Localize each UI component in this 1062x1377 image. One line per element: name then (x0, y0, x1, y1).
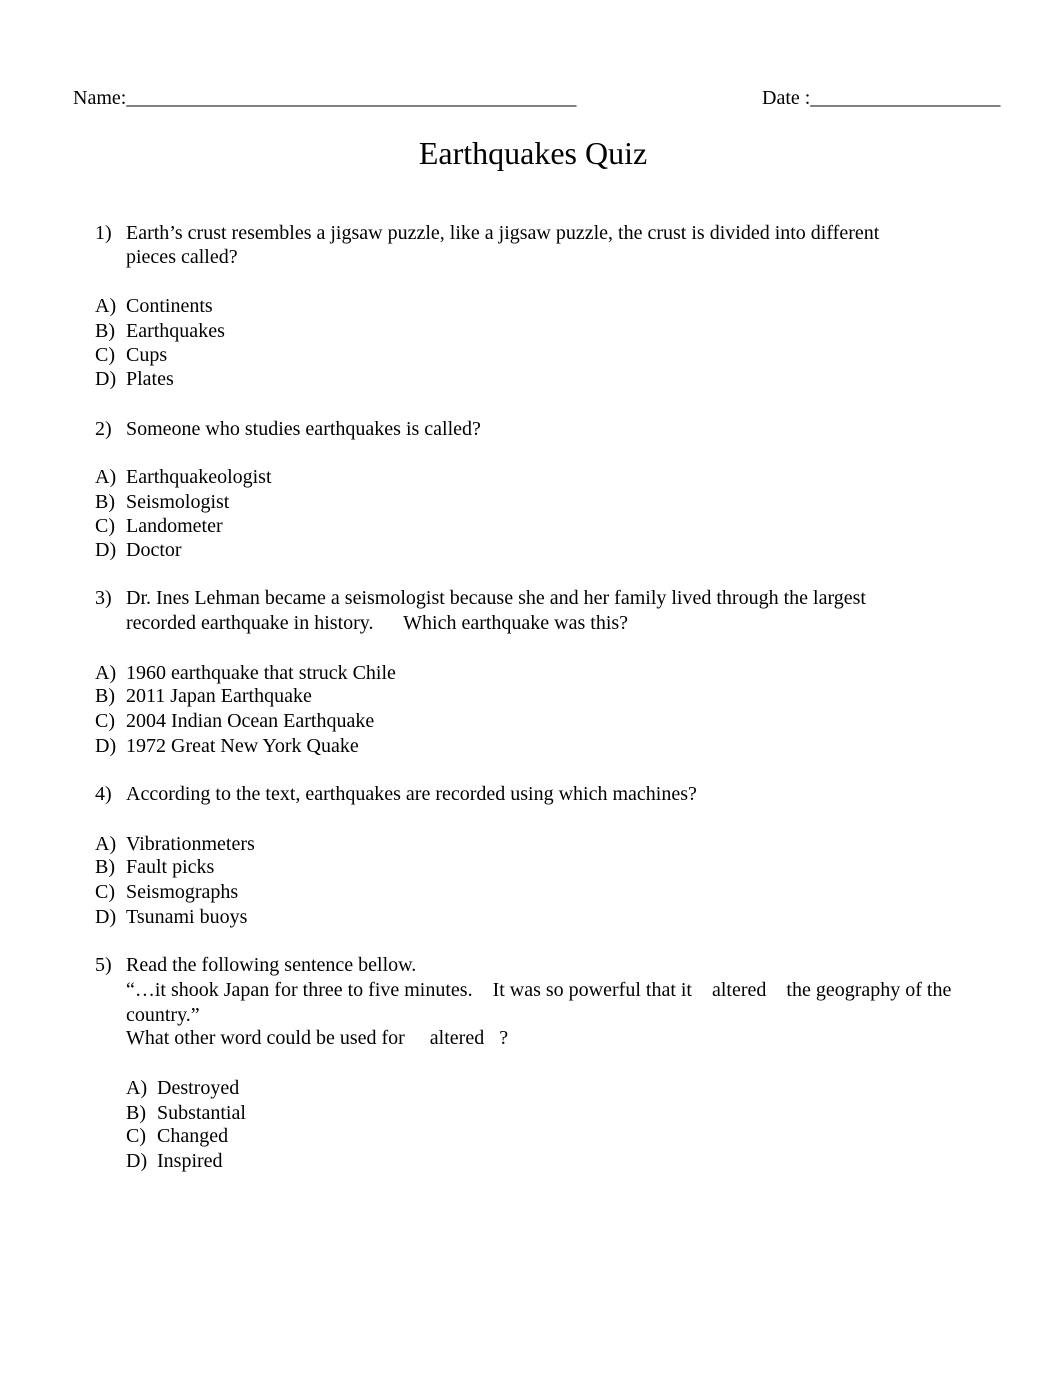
option-text: Substantial (157, 1102, 246, 1124)
option-text: 1972 Great New York Quake (126, 735, 359, 757)
option-label: B) (95, 491, 115, 513)
option-text: Inspired (157, 1150, 223, 1172)
option-c[interactable]: C) Seismographs (95, 880, 238, 904)
option-label: D) (95, 735, 117, 757)
option-b[interactable]: B) 2011 Japan Earthquake (95, 684, 312, 708)
option-text: Earthquakeologist (126, 466, 272, 488)
option-label: A) (126, 1077, 148, 1099)
option-d[interactable]: D) Tsunami buoys (95, 905, 247, 929)
question-number: 3) (95, 587, 112, 609)
option-d[interactable]: D) Plates (95, 367, 174, 391)
option-text: Earthquakes (126, 320, 225, 342)
option-label: A) (95, 833, 117, 855)
question-number: 4) (95, 783, 112, 805)
option-label: C) (95, 710, 115, 732)
option-a[interactable]: A) Earthquakeologist (95, 465, 272, 489)
option-label: B) (95, 856, 115, 878)
option-b[interactable]: B) Seismologist (95, 490, 229, 514)
question-text-line: recorded earthquake in history. Which ea… (126, 612, 629, 634)
date-field[interactable]: Date :___________________ (752, 62, 1000, 110)
question-quote-line: “…it shook Japan for three to five minut… (126, 979, 952, 1001)
option-text: Plates (126, 368, 174, 390)
name-blank[interactable]: ________________________________________… (126, 87, 576, 109)
option-text: Landometer (126, 515, 223, 537)
option-label: A) (95, 295, 117, 317)
question-text-line: pieces called? (126, 246, 238, 268)
option-c[interactable]: C) 2004 Indian Ocean Earthquake (95, 709, 374, 733)
option-label: D) (95, 539, 117, 561)
option-label: B) (95, 320, 115, 342)
option-text: Cups (126, 344, 168, 366)
option-text: Changed (157, 1125, 229, 1147)
option-text: Vibrationmeters (126, 833, 255, 855)
option-text: Seismographs (126, 881, 239, 903)
option-c[interactable]: C) Cups (95, 343, 167, 367)
option-label: D) (95, 906, 117, 928)
option-label: B) (95, 685, 115, 707)
question-text-line: According to the text, earthquakes are r… (126, 783, 697, 805)
option-a[interactable]: A) 1960 earthquake that struck Chile (95, 661, 396, 685)
option-label: C) (126, 1125, 146, 1147)
option-label: C) (95, 881, 115, 903)
option-b[interactable]: B) Earthquakes (95, 319, 225, 343)
option-label: C) (95, 344, 115, 366)
option-b[interactable]: B) Fault picks (95, 855, 214, 879)
question-number: 1) (95, 222, 112, 244)
option-d[interactable]: D) 1972 Great New York Quake (95, 734, 359, 758)
option-c[interactable]: C) Changed (126, 1124, 228, 1148)
question-quote-line: country.” (126, 1004, 200, 1026)
question-number: 2) (95, 418, 112, 440)
option-text: Continents (126, 295, 213, 317)
option-text: 2004 Indian Ocean Earthquake (126, 710, 375, 732)
option-text: 1960 earthquake that struck Chile (126, 662, 396, 684)
question-text-line: Someone who studies earthquakes is calle… (126, 418, 481, 440)
option-label: A) (95, 662, 117, 684)
option-label: D) (126, 1150, 148, 1172)
question-text-line: Earth’s crust resembles a jigsaw puzzle,… (126, 222, 880, 244)
question-text-line: Read the following sentence bellow. (126, 954, 417, 976)
option-label: A) (95, 466, 117, 488)
option-text: Destroyed (157, 1077, 240, 1099)
option-a[interactable]: A) Destroyed (126, 1076, 239, 1100)
date-label: Date : (762, 87, 811, 109)
page-title: Earthquakes Quiz (418, 135, 648, 171)
question-number: 5) (95, 954, 112, 976)
option-text: Seismologist (126, 491, 230, 513)
name-label: Name: (73, 87, 127, 109)
option-a[interactable]: A) Vibrationmeters (95, 832, 255, 856)
option-d[interactable]: D) Doctor (95, 538, 182, 562)
option-text: Tsunami buoys (126, 906, 248, 928)
option-label: B) (126, 1102, 146, 1124)
option-label: D) (95, 368, 117, 390)
option-text: Fault picks (126, 856, 215, 878)
option-d[interactable]: D) Inspired (126, 1149, 223, 1173)
option-text: 2011 Japan Earthquake (126, 685, 312, 707)
option-a[interactable]: A) Continents (95, 294, 213, 318)
name-field[interactable]: Name:___________________________________… (63, 62, 576, 110)
date-blank[interactable]: ___________________ (810, 87, 1000, 109)
option-b[interactable]: B) Substantial (126, 1101, 246, 1125)
option-c[interactable]: C) Landometer (95, 514, 223, 538)
question-text-line: Dr. Ines Lehman became a seismologist be… (126, 587, 866, 609)
option-text: Doctor (126, 539, 182, 561)
option-label: C) (95, 515, 115, 537)
question-text-line: What other word could be used for altere… (126, 1027, 509, 1049)
